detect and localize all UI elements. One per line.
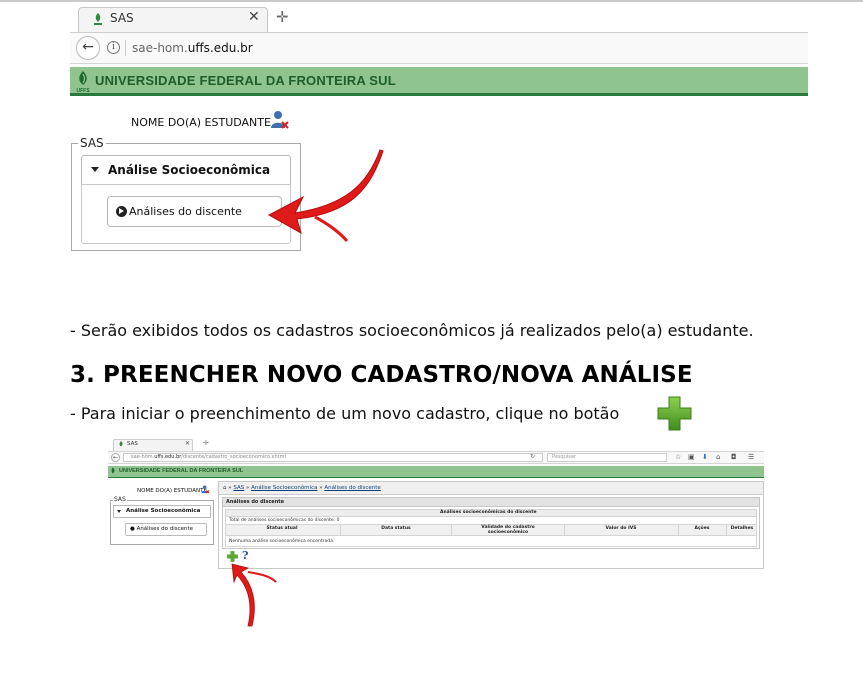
small-panel-header [223,498,759,507]
triangle-down-icon [91,167,99,172]
breadcrumb-item-sas[interactable]: SAS [233,485,244,491]
small-browser-tab[interactable] [113,439,193,451]
column-header: Status atual [266,526,298,531]
small-menu-icon[interactable]: ☰ [748,453,754,461]
small-user-remove-icon[interactable] [201,485,210,494]
section-heading: 3. PREENCHER NOVO CADASTRO/NOVA ANÁLISE [70,362,693,388]
tab-title: SAS [110,11,134,25]
column-header: Validade do cadastro socioeconômico [481,525,535,535]
url-separator [125,40,126,56]
uffs-favicon-icon [94,13,102,25]
small-url-path: /discente/cadastro_socioeconomico.xhtml [181,454,286,460]
small-star-icon[interactable]: ☆ [675,453,681,461]
student-name-label: NOME DO(A) ESTUDANTE [131,116,271,129]
small-triangle-down-icon [117,510,121,513]
small-uffs-logo-icon [111,467,115,474]
uffs-logo-icon: UFFS [76,71,90,94]
close-icon[interactable]: ✕ [248,9,260,25]
sas-legend: SAS [78,136,106,150]
column-header: Detalhes [730,526,754,531]
small-pocket-icon[interactable]: ◘ [731,453,737,461]
paragraph-cadastros: - Serão exibidos todos os cadastros soci… [70,321,754,340]
small-red-pointer-arrow-icon [231,563,277,627]
small-link-text: Análises do discente [136,526,194,532]
top-rule [0,0,863,2]
small-close-icon[interactable]: ✕ [185,440,190,447]
small-clipboard-icon[interactable]: ▣ [688,453,695,461]
small-download-icon[interactable]: ⬇ [702,453,708,461]
small-url-prefix: sae-hom. [131,454,155,460]
column-separator [564,524,565,536]
small-table-caption: Análises socioeconômicas do discente [440,510,537,515]
column-separator [340,524,341,536]
university-title: UNIVERSIDADE FEDERAL DA FRONTEIRA SUL [95,73,396,88]
small-tab-title: SAS [127,441,138,447]
browser-tab[interactable] [78,7,268,32]
column-header: Ações [694,526,710,531]
paragraph-novo-cadastro: - Para iniciar o preenchimento de um nov… [70,404,620,423]
breadcrumb-item-analises-discente[interactable]: Análises do discente [324,485,380,491]
small-search-placeholder: Pesquisar [552,454,576,460]
green-plus-icon[interactable] [657,396,692,431]
small-empty-text: Nenhuma análise socioeconômica encontrad… [229,539,335,544]
new-tab-icon[interactable]: ✛ [276,8,289,26]
user-remove-icon[interactable] [270,110,290,130]
column-header: Data status [381,526,411,531]
small-home-breadcrumb-icon[interactable]: ⌂ [223,485,227,491]
breadcrumb-sep: » [245,485,250,491]
svg-text:UFFS: UFFS [76,88,90,94]
url-prefix: sae-hom. [132,41,188,55]
breadcrumb-sep: » [319,485,323,491]
red-pointer-arrow-icon [267,149,384,242]
address-bar[interactable]: sae-hom.uffs.edu.br [132,41,253,55]
small-back-arrow-icon[interactable]: ← [111,453,120,462]
small-url-domain: uffs.edu.br [154,454,182,460]
breadcrumb-sep: » [228,485,232,491]
breadcrumb-item-analise[interactable]: Análise Socioeconômica [251,485,317,491]
small-student-name-label: NOME DO(A) ESTUDANTE [137,488,207,494]
column-header: Valor do IVS [605,526,637,531]
column-separator [451,524,452,536]
small-accordion-label: Análise Socioeconômica [126,508,201,514]
small-total-text: Total de análises socioeconômicas do dis… [229,518,340,523]
small-url-text: sae-hom.uffs.edu.br/discente/cadastro_so… [131,454,286,460]
small-new-tab-icon[interactable]: ✛ [203,439,209,447]
small-sas-legend: SAS [113,496,127,503]
small-reload-icon[interactable]: ↻ [530,453,535,460]
column-separator [678,524,679,536]
circle-arrow-right-icon [116,206,127,217]
info-icon[interactable]: i [107,41,120,54]
small-analises-discente-label: ● Análises do discente [130,526,194,532]
small-breadcrumb: ⌂ » SAS » Análise Socioeconômica » Análi… [223,485,381,491]
small-university-title: UNIVERSIDADE FEDERAL DA FRONTEIRA SUL [119,468,244,474]
small-panel-title: Análises do discente [226,499,285,505]
small-home-icon[interactable]: ⌂ [716,453,720,461]
small-uffs-favicon-icon [119,441,123,447]
analises-discente-label: Análises do discente [129,205,242,218]
accordion-label: Análise Socioeconômica [108,163,271,177]
column-separator [726,524,727,536]
url-domain: uffs.edu.br [187,41,253,55]
back-arrow-icon[interactable]: ← [76,36,100,60]
